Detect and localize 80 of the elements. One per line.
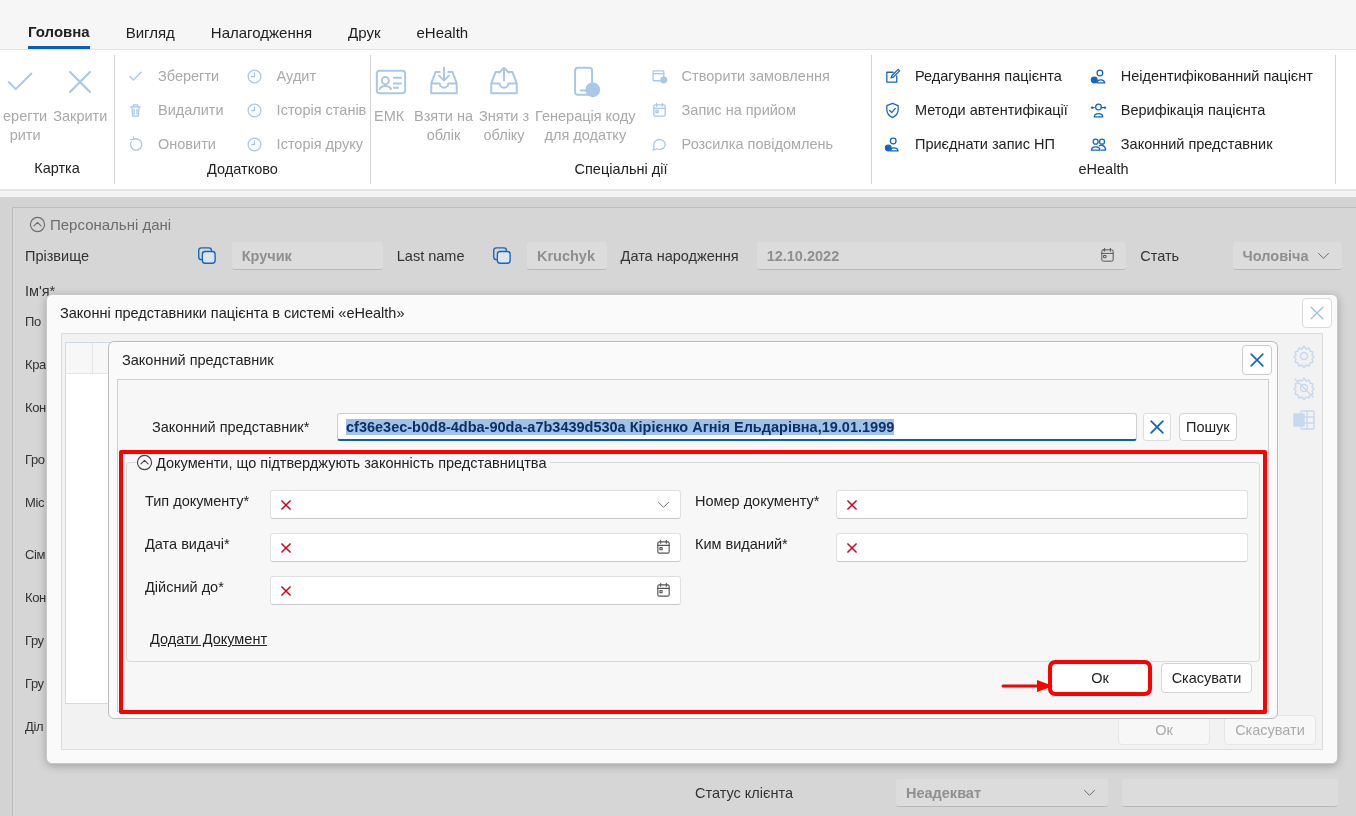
text-field[interactable]: 12.10.2022 (756, 242, 1127, 270)
calendar-icon (650, 101, 668, 119)
cancel-button[interactable]: Скасувати (1161, 663, 1252, 693)
ribbon-button[interactable]: Верифікація пацієнта (1085, 93, 1317, 127)
field-label: Прізвище (25, 248, 90, 264)
field-label: Ким виданий* (695, 535, 789, 552)
field-label: Дата народження (620, 248, 740, 264)
copy-icon (195, 245, 218, 267)
spreadsheet-icon[interactable] (1292, 408, 1316, 432)
ribbon-button[interactable]: Методи автентифікації (880, 93, 1072, 127)
group-title: Картка (33, 160, 81, 178)
trash-icon (127, 101, 144, 119)
text-field[interactable] (836, 490, 1248, 519)
text-field[interactable]: Кручик (231, 242, 383, 270)
clock-icon (245, 67, 263, 85)
field-label: Сім (25, 547, 45, 564)
ribbon-tab[interactable]: Друк (348, 0, 381, 49)
calendar-icon (1099, 247, 1117, 264)
gear-icon[interactable] (1292, 344, 1316, 368)
search-button[interactable]: Пошук (1179, 413, 1237, 441)
field-label: Кон (25, 400, 46, 417)
field-label: Статус клієнта (695, 785, 794, 801)
clock-icon (245, 101, 263, 119)
ribbon-button[interactable]: Неідентифікованний пацієнт (1085, 59, 1317, 93)
date-field[interactable] (270, 576, 681, 605)
field-label: Гру (25, 633, 44, 650)
field-label: Діл (25, 719, 44, 736)
person-question-icon (1089, 67, 1107, 85)
group-title: Спеціальні дії (573, 161, 669, 179)
field-label: Гро (25, 452, 45, 469)
representative-field[interactable]: cf36e3ec-b0d8-4dba-90da-a7b3439d530a Кірієнко Агнія Ельдарівна,19.01.1999 (337, 413, 1137, 441)
field-label: Гру (25, 676, 44, 693)
section-title: Персональні дані (50, 216, 172, 233)
ok-button[interactable]: Ок (1051, 663, 1149, 693)
group-title: eHealth (1077, 161, 1130, 179)
field-label: Міс (25, 495, 45, 512)
clock-icon (245, 135, 263, 153)
field-label: Стать (1140, 248, 1181, 264)
calendar-icon (655, 539, 672, 556)
field-label: Дійсний до* (145, 578, 225, 595)
field-label: Тип документу* (145, 492, 251, 509)
add-document-link[interactable]: Додати Документ (150, 631, 268, 647)
field-label: Номер документу* (695, 492, 821, 509)
text-field[interactable]: Чоловіча (1232, 242, 1342, 270)
ribbon-tab[interactable]: Налагодження (210, 0, 313, 49)
close-button[interactable] (1242, 345, 1272, 375)
calendar-add-icon (650, 67, 668, 85)
calendar-icon (655, 582, 672, 599)
field-label: По (25, 314, 41, 331)
text-field[interactable] (1122, 779, 1338, 807)
person-add-icon (884, 135, 901, 153)
dialog-title: Законні представники пацієнта в системі «eHealth» (60, 305, 405, 321)
gear-off-icon[interactable] (1292, 376, 1316, 400)
field-label: Дата видачі* (145, 535, 231, 552)
field-label: Last name (396, 248, 466, 264)
date-field[interactable] (270, 533, 681, 562)
ribbon-button[interactable]: Приєднати запис НП (880, 127, 1072, 161)
ribbon-tab[interactable]: eHealth (416, 0, 469, 49)
section-title: Документи, що підтверджують законність представництва (156, 454, 547, 471)
dropdown-field[interactable]: Неадекват (896, 779, 1108, 807)
ribbon-button[interactable]: Законний представник (1085, 127, 1317, 161)
ribbon-tab[interactable]: Вигляд (125, 0, 175, 49)
field-label: Ім'я* (25, 283, 57, 299)
dialog-title: Законний представник (122, 352, 274, 368)
clear-icon[interactable] (1147, 417, 1167, 437)
field-label: Кон (25, 590, 46, 607)
refresh-icon (127, 135, 144, 153)
field-label: Законний представник* (152, 419, 311, 435)
copy-icon (491, 245, 513, 267)
dropdown-field[interactable] (270, 490, 681, 519)
group-title: Додатково (206, 161, 279, 179)
text-field[interactable]: Kruchyk (526, 242, 607, 270)
ribbon-button[interactable]: Редагування пацієнта (880, 59, 1072, 93)
arrow-icon (1001, 678, 1055, 694)
field-label: Кра (25, 357, 46, 374)
shield-check-icon (884, 101, 901, 119)
text-field[interactable] (836, 533, 1248, 562)
close-icon (1247, 350, 1267, 370)
edit-icon (884, 67, 901, 85)
person-arrows-icon (1089, 101, 1107, 119)
